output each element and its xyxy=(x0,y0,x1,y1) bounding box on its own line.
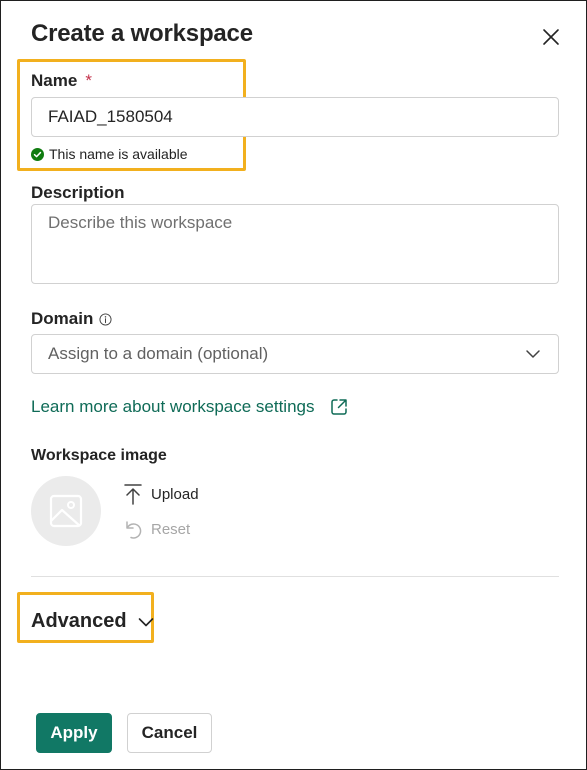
name-label: Name * xyxy=(31,71,92,91)
availability-text: This name is available xyxy=(49,146,188,162)
name-availability: This name is available xyxy=(31,146,188,162)
external-link-icon xyxy=(330,399,347,415)
workspace-image-label: Workspace image xyxy=(31,447,167,464)
advanced-label: Advanced xyxy=(31,610,127,632)
name-label-text: Name xyxy=(31,71,78,90)
apply-button[interactable]: Apply xyxy=(36,713,112,753)
create-workspace-dialog: Create a workspace Name * This name is av… xyxy=(0,0,587,770)
learn-more-text: Learn more about workspace settings xyxy=(31,397,315,416)
reset-label: Reset xyxy=(151,520,191,538)
dialog-title: Create a workspace xyxy=(31,20,253,47)
upload-icon xyxy=(124,484,142,505)
description-label: Description xyxy=(31,183,125,202)
close-icon xyxy=(543,29,559,45)
advanced-toggle[interactable]: Advanced xyxy=(31,610,155,633)
reset-button: Reset xyxy=(123,518,190,540)
image-placeholder-icon xyxy=(49,494,83,528)
check-circle-icon xyxy=(31,147,44,161)
chevron-down-icon xyxy=(526,350,540,358)
upload-button[interactable]: Upload xyxy=(123,483,199,505)
chevron-down-icon xyxy=(138,617,153,626)
section-divider xyxy=(31,576,559,577)
description-input[interactable] xyxy=(31,204,559,284)
required-marker: * xyxy=(85,71,92,90)
domain-select[interactable]: Assign to a domain (optional) xyxy=(31,334,559,374)
close-button[interactable] xyxy=(539,25,563,49)
undo-icon xyxy=(126,521,142,539)
domain-label: Domain xyxy=(31,309,112,329)
name-input[interactable] xyxy=(31,97,559,137)
domain-label-text: Domain xyxy=(31,309,94,328)
cancel-button[interactable]: Cancel xyxy=(127,713,212,753)
learn-more-link[interactable]: Learn more about workspace settings xyxy=(31,397,349,417)
domain-select-placeholder: Assign to a domain (optional) xyxy=(48,344,269,363)
workspace-image-preview xyxy=(31,476,101,546)
info-icon[interactable] xyxy=(99,312,112,326)
upload-label: Upload xyxy=(151,485,199,503)
